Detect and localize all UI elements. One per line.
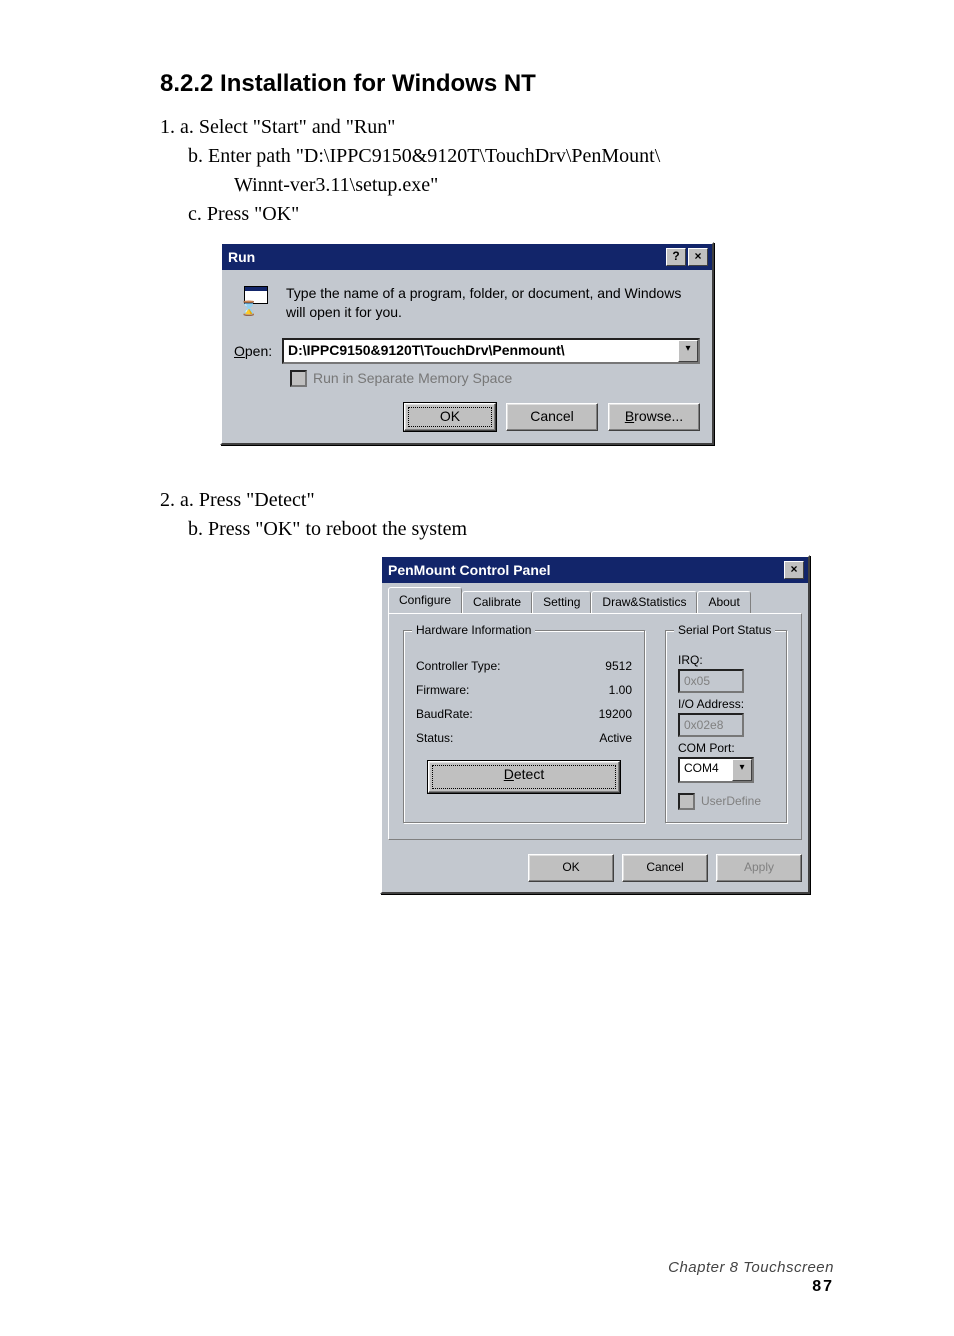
open-dropdown-button[interactable]: ▾ bbox=[678, 340, 698, 362]
hardware-info-group: Hardware Information Controller Type:951… bbox=[403, 630, 645, 823]
baudrate-value: 19200 bbox=[572, 707, 632, 721]
step2-a: 2. a. Press "Detect" bbox=[160, 487, 834, 514]
io-address-label: I/O Address: bbox=[678, 697, 774, 711]
step1-b-line2: Winnt-ver3.11\setup.exe" bbox=[160, 172, 834, 199]
run-cancel-button[interactable]: Cancel bbox=[506, 403, 598, 431]
tab-setting[interactable]: Setting bbox=[532, 591, 591, 613]
penmount-close-button[interactable]: × bbox=[784, 561, 804, 579]
step2-b: b. Press "OK" to reboot the system bbox=[160, 516, 834, 543]
userdefine-checkbox bbox=[678, 793, 695, 810]
run-dialog: Run ? × ⌛ Type the name of a program, fo… bbox=[220, 242, 714, 445]
section-heading: 8.2.2 Installation for Windows NT bbox=[160, 70, 834, 98]
penmount-ok-button[interactable]: OK bbox=[528, 854, 614, 882]
run-ok-button[interactable]: OK bbox=[404, 403, 496, 431]
penmount-cancel-button[interactable]: Cancel bbox=[622, 854, 708, 882]
step1-c: c. Press "OK" bbox=[160, 201, 834, 228]
detect-button[interactable]: Detect bbox=[428, 761, 620, 793]
com-port-label: COM Port: bbox=[678, 741, 774, 755]
open-input[interactable]: D:\IPPC9150&9120T\TouchDrv\Penmount\ bbox=[284, 340, 678, 362]
chapter-label: Chapter 8 Touchscreen bbox=[668, 1259, 834, 1276]
controller-type-value: 9512 bbox=[572, 659, 632, 673]
page-footer: Chapter 8 Touchscreen 87 bbox=[668, 1259, 834, 1296]
step1-b-line1: b. Enter path "D:\IPPC9150&9120T\TouchDr… bbox=[160, 143, 834, 170]
open-combo[interactable]: D:\IPPC9150&9120T\TouchDrv\Penmount\ ▾ bbox=[282, 338, 700, 364]
open-label: Open: bbox=[234, 343, 282, 359]
firmware-label: Firmware: bbox=[416, 683, 469, 697]
run-description: Type the name of a program, folder, or d… bbox=[286, 284, 700, 322]
run-browse-button[interactable]: Browse... bbox=[608, 403, 700, 431]
controller-type-label: Controller Type: bbox=[416, 659, 501, 673]
com-port-value: COM4 bbox=[680, 759, 732, 781]
serial-port-group: Serial Port Status IRQ: 0x05 I/O Address… bbox=[665, 630, 787, 823]
penmount-titlebar: PenMount Control Panel × bbox=[382, 557, 808, 583]
separate-memory-label: Run in Separate Memory Space bbox=[313, 370, 512, 386]
run-icon: ⌛ bbox=[240, 286, 274, 316]
separate-memory-row: Run in Separate Memory Space bbox=[290, 370, 700, 387]
tab-calibrate[interactable]: Calibrate bbox=[462, 591, 532, 613]
run-titlebar: Run ? × bbox=[222, 244, 712, 270]
run-help-button[interactable]: ? bbox=[666, 248, 686, 266]
status-value: Active bbox=[572, 731, 632, 745]
penmount-apply-button: Apply bbox=[716, 854, 802, 882]
tab-panel-configure: Hardware Information Controller Type: 951… bbox=[388, 613, 802, 840]
com-port-dropdown-button[interactable]: ▾ bbox=[732, 759, 752, 781]
firmware-value: 1.00 bbox=[572, 683, 632, 697]
page-number: 87 bbox=[668, 1278, 834, 1296]
run-close-button[interactable]: × bbox=[688, 248, 708, 266]
io-address-value: 0x02e8 bbox=[678, 713, 744, 737]
irq-value: 0x05 bbox=[678, 669, 744, 693]
userdefine-label: UserDefine bbox=[701, 794, 761, 808]
tab-strip: Configure Calibrate Setting Draw&Statist… bbox=[382, 583, 808, 613]
separate-memory-checkbox bbox=[290, 370, 307, 387]
run-title: Run bbox=[228, 249, 664, 265]
tab-configure[interactable]: Configure bbox=[388, 587, 462, 613]
serial-port-legend: Serial Port Status bbox=[674, 623, 775, 637]
status-label: Status: bbox=[416, 731, 453, 745]
irq-label: IRQ: bbox=[678, 653, 774, 667]
step1-a: 1. a. Select "Start" and "Run" bbox=[160, 114, 834, 141]
tab-drawstatistics[interactable]: Draw&Statistics bbox=[591, 591, 697, 613]
baudrate-label: BaudRate: bbox=[416, 707, 473, 721]
com-port-combo[interactable]: COM4 ▾ bbox=[678, 757, 754, 783]
tab-about[interactable]: About bbox=[697, 591, 750, 613]
hardware-info-legend: Hardware Information bbox=[412, 623, 535, 637]
penmount-dialog: PenMount Control Panel × Configure Calib… bbox=[380, 555, 810, 894]
penmount-title: PenMount Control Panel bbox=[388, 562, 784, 578]
